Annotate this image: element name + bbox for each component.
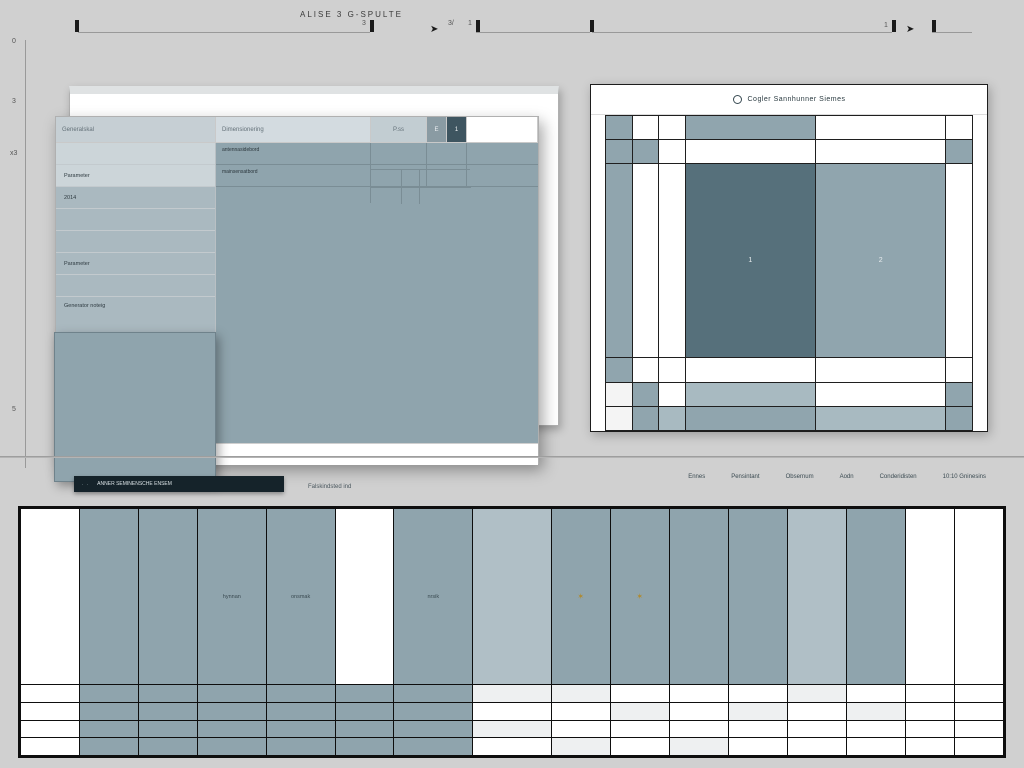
- axis-line: [476, 32, 590, 33]
- axis-line: [932, 32, 972, 33]
- right-grid-panel: Cogler Sannhunner Siemes 12: [590, 84, 988, 432]
- radio-icon[interactable]: [733, 95, 742, 104]
- ruler-tick: [476, 20, 480, 32]
- bottom-table[interactable]: hynnan onsmak nrsik ✶ ✶: [18, 506, 1006, 758]
- col-header[interactable]: Pensintant: [731, 474, 759, 480]
- arrow-icon: ➤: [430, 24, 438, 35]
- axis-line: [78, 32, 370, 33]
- axis-label: 3: [362, 20, 366, 27]
- ruler-tick: [892, 20, 896, 32]
- left-panel-stack: Generalskal Dimensionering P.ss E 1 Para…: [55, 86, 565, 456]
- axis-line-vertical: [25, 40, 26, 468]
- axis-line: [592, 32, 892, 33]
- toolbar[interactable]: . . ANNER SEMINENSCHE ENSEM: [74, 476, 284, 492]
- col-header[interactable]: 10:10 Gninesins: [943, 474, 986, 480]
- arrow-icon: ➤: [906, 24, 914, 35]
- side-row[interactable]: [56, 275, 215, 297]
- col-header[interactable]: Conderidisten: [880, 474, 917, 480]
- axis-label: 0: [12, 38, 16, 45]
- cell[interactable]: [427, 143, 467, 165]
- status-icon: ✶: [551, 509, 610, 685]
- cell-value[interactable]: 2: [816, 164, 946, 358]
- cell[interactable]: [371, 143, 427, 165]
- col-header[interactable]: Obsernum: [786, 474, 814, 480]
- side-row[interactable]: [56, 231, 215, 253]
- ruler-tick: [75, 20, 79, 32]
- col-toggle-active[interactable]: 1: [447, 117, 467, 142]
- cell[interactable]: [467, 143, 538, 165]
- mini-grid: [370, 169, 470, 203]
- axis-label: 3: [12, 98, 16, 105]
- ruler-tick: [590, 20, 594, 32]
- cell[interactable]: [467, 165, 538, 187]
- axis-label: 1: [884, 22, 888, 29]
- cell-label[interactable]: nrsik: [394, 509, 473, 685]
- cell-label[interactable]: onsmak: [266, 509, 335, 685]
- toolbar-dots: . .: [82, 481, 89, 487]
- section-divider: [0, 456, 1024, 458]
- axis-label: 1: [468, 20, 472, 27]
- toolbar-label: ANNER SEMINENSCHE ENSEM: [97, 481, 172, 487]
- panel-title: Cogler Sannhunner Siemes: [748, 96, 846, 103]
- side-row[interactable]: [56, 143, 215, 165]
- col-header[interactable]: P.ss: [371, 117, 427, 142]
- panel-fill: [216, 187, 538, 443]
- sidebar-flap[interactable]: [54, 332, 216, 482]
- col-spacer: [467, 117, 538, 142]
- status-icon: ✶: [610, 509, 669, 685]
- cell[interactable]: mainsensatbord: [216, 165, 371, 187]
- page-title: ALISE 3 G-SPULTE: [300, 10, 403, 19]
- side-row[interactable]: Parameter: [56, 253, 215, 275]
- panel-titlebar: Cogler Sannhunner Siemes: [591, 85, 987, 115]
- col-header[interactable]: Generalskal: [56, 117, 216, 142]
- axis-label: 5: [12, 406, 16, 413]
- cell-value[interactable]: 1: [685, 164, 815, 358]
- side-row[interactable]: Parameter: [56, 165, 215, 187]
- side-row[interactable]: [56, 209, 215, 231]
- col-header[interactable]: Dimensionering: [216, 117, 371, 142]
- col-toggle[interactable]: E: [427, 117, 447, 142]
- axis-label: 3/: [448, 20, 454, 27]
- column-headers: Ennes Pensintant Obsernum Aodn Conderidi…: [688, 474, 986, 480]
- cell[interactable]: antennasidebord: [216, 143, 371, 165]
- ruler-tick: [932, 20, 936, 32]
- panel-header-row: Generalskal Dimensionering P.ss E 1: [56, 117, 538, 143]
- col-header[interactable]: Aodn: [840, 474, 854, 480]
- axis-label: x3: [10, 150, 17, 157]
- bottom-section: . . ANNER SEMINENSCHE ENSEM Falskindsted…: [18, 470, 1006, 758]
- col-header[interactable]: Ennes: [688, 474, 705, 480]
- panel-footer: [216, 443, 538, 465]
- table-caption: Falskindsted ind: [308, 484, 351, 490]
- side-row[interactable]: 2014: [56, 187, 215, 209]
- ruler-tick: [370, 20, 374, 32]
- cell-label[interactable]: hynnan: [197, 509, 266, 685]
- grid[interactable]: 12: [605, 115, 973, 431]
